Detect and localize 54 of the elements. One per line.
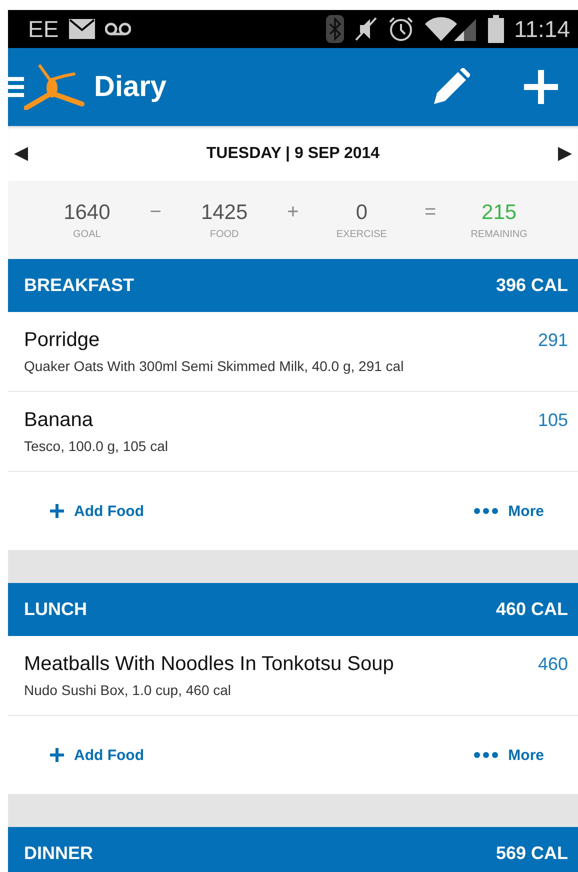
food-entry[interactable]: Meatballs With Noodles In Tonkotsu Soup 460 Nudo Sushi Box, 1.0 cup, 460 cal [8,636,578,716]
menu-icon[interactable] [8,76,24,98]
add-icon[interactable] [522,68,560,106]
meal-calories: 396 CAL [496,275,568,296]
calorie-label: EXERCISE [336,228,387,240]
more-button[interactable]: More [470,742,548,768]
battery-icon [488,15,504,43]
clock-label: 11:14 [514,16,570,42]
edit-icon[interactable] [432,68,470,106]
calorie-label: GOAL [73,228,101,240]
food-detail: Nudo Sushi Box, 1.0 cup, 460 cal [24,682,232,698]
app-title: Diary [94,70,167,104]
food-entry[interactable]: Porridge 291 Quaker Oats With 300ml Semi Skimmed Milk, 40.0 g, 291 cal [8,312,578,392]
calorie-value: 0 [356,200,368,224]
calorie-value: 1640 [64,200,110,224]
calorie-value: 1425 [200,200,248,224]
calorie-label: REMAINING [470,228,528,240]
plus-icon [50,748,64,762]
meal-name: BREAKFAST [24,275,134,296]
calorie-value: 215 [482,200,517,224]
operator-sign: + [287,200,299,224]
meal-calories: 569 CAL [496,843,568,864]
carrier-label: EE [28,16,59,42]
signal-icon [424,16,478,42]
meal-calories: 460 CAL [496,599,568,620]
add-food-button[interactable]: Add Food [46,498,148,524]
alarm-icon [388,16,414,42]
bluetooth-icon [326,15,344,43]
more-button[interactable]: More [470,498,548,524]
date-label: TUESDAY | 9 SEP 2014 [206,144,380,162]
food-entry[interactable]: Banana 105 Tesco, 100.0 g, 105 cal [8,392,578,472]
mail-icon [68,19,95,39]
more-icon [474,508,498,514]
food-name: Porridge [24,329,100,352]
operator-sign: = [424,200,436,224]
food-name: Meatballs With Noodles In Tonkotsu Soup [24,653,394,676]
food-detail: Tesco, 100.0 g, 105 cal [24,438,169,454]
add-food-button[interactable]: Add Food [46,742,148,768]
food-calories: 291 [538,330,568,351]
food-detail: Quaker Oats With 300ml Semi Skimmed Milk, 40.0 g, 291 cal [24,358,405,374]
runner-logo-icon [24,64,86,110]
calorie-label: FOOD [210,228,239,240]
food-name: Banana [24,409,93,432]
food-calories: 105 [538,410,568,431]
voicemail-icon [104,22,131,36]
meal-name: LUNCH [24,599,87,620]
plus-icon [50,504,64,518]
previous-day-icon[interactable] [14,146,28,160]
food-calories: 460 [538,654,568,675]
next-day-icon[interactable] [558,146,572,160]
meal-name: DINNER [24,843,94,864]
operator-sign: − [150,200,162,224]
mute-icon [354,16,378,42]
more-icon [474,752,498,758]
